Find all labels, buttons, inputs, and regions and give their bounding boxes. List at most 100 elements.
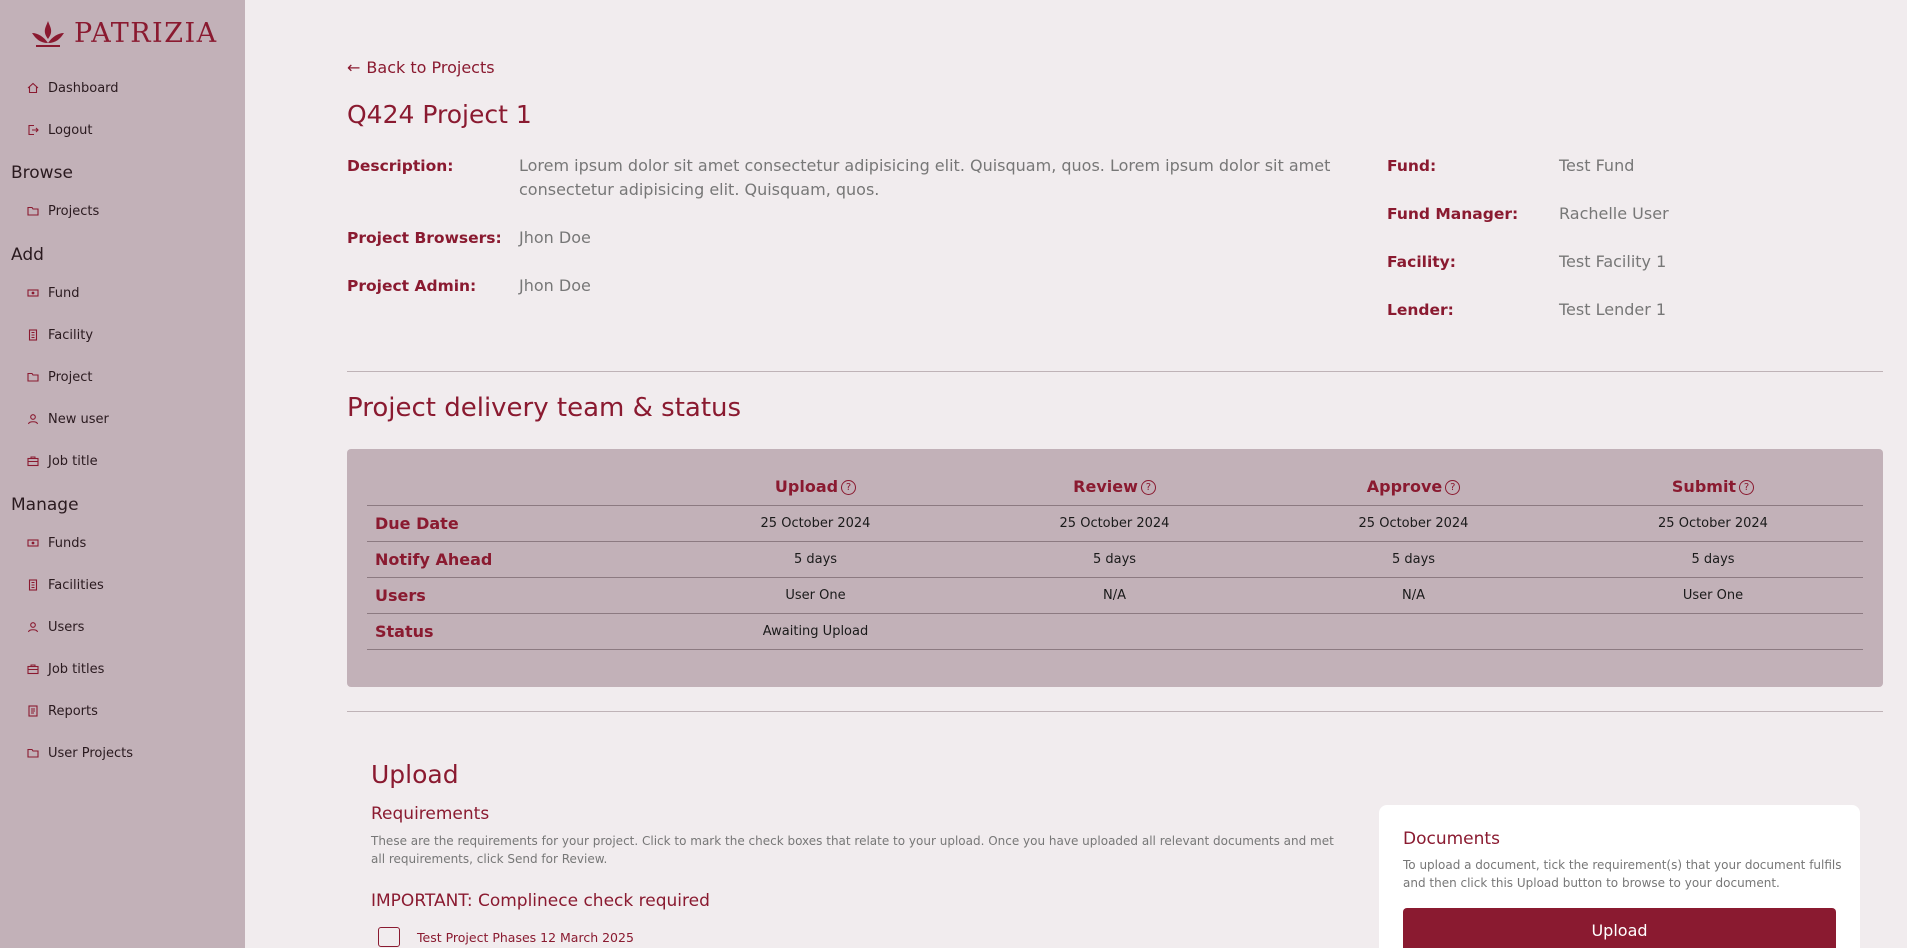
description-value: Lorem ipsum dolor sit amet consectetur a… [519, 156, 1331, 199]
table-cell: 5 days [1563, 541, 1863, 578]
table-cell: User One [666, 577, 965, 614]
delivery-status-panel: Upload? Review? Approve? Submit? Due Dat… [347, 449, 1883, 687]
table-header-row: Upload? Review? Approve? Submit? [367, 469, 1863, 506]
help-icon[interactable]: ? [1739, 480, 1755, 496]
table-row-status: Status Awaiting Upload [367, 613, 1863, 650]
column-header-label: Approve [1366, 477, 1443, 497]
fund-label: Fund: [1387, 157, 1437, 175]
column-header-label: Upload [774, 477, 839, 497]
brand-logo[interactable]: PATRIZIA [30, 18, 218, 49]
back-link-label: Back to Projects [366, 58, 495, 77]
documents-card: Documents To upload a document, tick the… [1379, 805, 1860, 948]
project-admin-value: Jhon Doe [519, 276, 591, 295]
table-cell: 25 October 2024 [1563, 505, 1863, 542]
folder-icon [26, 747, 39, 760]
description-label: Description: [347, 157, 454, 175]
sidebar-item-fund[interactable]: Fund [26, 283, 80, 303]
sidebar-item-label: Fund [48, 285, 80, 301]
column-header-approve: Approve? [1264, 469, 1563, 506]
facility-label: Facility: [1387, 253, 1456, 271]
sidebar-item-label: Users [48, 619, 85, 635]
sidebar-item-label: Facilities [48, 577, 104, 593]
sidebar-item-label: Facility [48, 327, 94, 343]
folder-icon [26, 371, 39, 384]
documents-description: To upload a document, tick the requireme… [1403, 858, 1842, 890]
money-icon [26, 287, 39, 300]
briefcase-icon [26, 663, 39, 676]
table-cell: 5 days [965, 541, 1264, 578]
header-empty [367, 469, 666, 506]
logout-icon [26, 124, 39, 137]
sidebar-item-facilities[interactable]: Facilities [26, 575, 104, 595]
sidebar-item-label: Reports [48, 703, 98, 719]
sidebar-item-label: New user [48, 411, 109, 427]
sidebar-item-label: User Projects [48, 745, 134, 761]
table-cell: N/A [965, 577, 1264, 614]
sidebar-item-funds[interactable]: Funds [26, 533, 86, 553]
table-cell [1563, 613, 1863, 650]
project-browsers-label: Project Browsers: [347, 229, 502, 247]
sidebar-item-label: Job titles [48, 661, 105, 677]
folder-icon [26, 205, 39, 218]
upload-button[interactable]: Upload [1403, 908, 1836, 948]
sidebar-item-user-projects[interactable]: User Projects [26, 743, 133, 763]
arrow-left-icon: ← [347, 58, 361, 77]
patrizia-logo-icon [32, 20, 64, 47]
user-icon [26, 413, 39, 426]
sidebar-item-facility[interactable]: Facility [26, 325, 93, 345]
table-cell [1264, 613, 1563, 650]
section-heading-manage: Manage [11, 495, 79, 515]
table-cell: User One [1563, 577, 1863, 614]
section-heading-browse: Browse [11, 163, 73, 183]
sidebar-item-reports[interactable]: Reports [26, 701, 98, 721]
table-row-users: Users User One N/A N/A User One [367, 577, 1863, 614]
requirements-title: Requirements [371, 804, 490, 824]
sidebar-item-users[interactable]: Users [26, 617, 84, 637]
lender-label: Lender: [1387, 301, 1454, 319]
help-icon[interactable]: ? [1445, 480, 1461, 496]
sidebar-item-label: Logout [48, 122, 93, 138]
row-label: Status [367, 613, 666, 650]
building-icon [26, 329, 39, 342]
sidebar-item-label: Job title [48, 453, 98, 469]
column-header-label: Review [1073, 477, 1138, 497]
page-title: Q424 Project 1 [347, 100, 532, 129]
fund-value: Test Fund [1559, 156, 1635, 175]
briefcase-icon [26, 455, 39, 468]
sidebar-item-new-user[interactable]: New user [26, 409, 109, 429]
money-icon [26, 537, 39, 550]
brand-name: PATRIZIA [74, 18, 218, 49]
column-header-submit: Submit? [1563, 469, 1863, 506]
sidebar-item-job-title[interactable]: Job title [26, 451, 98, 471]
sidebar-item-label: Project [48, 369, 93, 385]
project-browsers-value: Jhon Doe [519, 228, 591, 247]
requirement-label: Test Project Phases 12 March 2025 [417, 929, 634, 945]
table-cell: 25 October 2024 [965, 505, 1264, 542]
help-icon[interactable]: ? [1140, 480, 1156, 496]
sidebar-item-label: Dashboard [48, 80, 119, 96]
sidebar: PATRIZIA Dashboard Logout Browse Project… [0, 0, 245, 948]
fund-manager-label: Fund Manager: [1387, 205, 1519, 223]
divider [347, 711, 1883, 712]
delivery-section-title: Project delivery team & status [347, 393, 742, 423]
requirement-item[interactable]: Test Project Phases 12 March 2025 [378, 927, 634, 947]
table-cell: 5 days [1264, 541, 1563, 578]
table-row-due-date: Due Date 25 October 2024 25 October 2024… [367, 505, 1863, 542]
sidebar-item-projects[interactable]: Projects [26, 201, 99, 221]
table-row-notify-ahead: Notify Ahead 5 days 5 days 5 days 5 days [367, 541, 1863, 578]
back-to-projects-link[interactable]: ← Back to Projects [347, 58, 495, 77]
row-label: Notify Ahead [367, 541, 666, 578]
section-heading-add: Add [11, 245, 44, 265]
sidebar-item-job-titles[interactable]: Job titles [26, 659, 104, 679]
sidebar-item-logout[interactable]: Logout [26, 120, 93, 140]
sidebar-item-project[interactable]: Project [26, 367, 92, 387]
home-icon [26, 82, 39, 95]
column-header-upload: Upload? [666, 469, 965, 506]
project-admin-label: Project Admin: [347, 277, 477, 295]
user-icon [26, 621, 39, 634]
table-cell: Awaiting Upload [666, 613, 965, 650]
important-notice: IMPORTANT: Complinece check required [371, 891, 710, 911]
requirement-checkbox[interactable] [378, 927, 400, 947]
sidebar-item-dashboard[interactable]: Dashboard [26, 78, 119, 98]
help-icon[interactable]: ? [841, 480, 857, 496]
